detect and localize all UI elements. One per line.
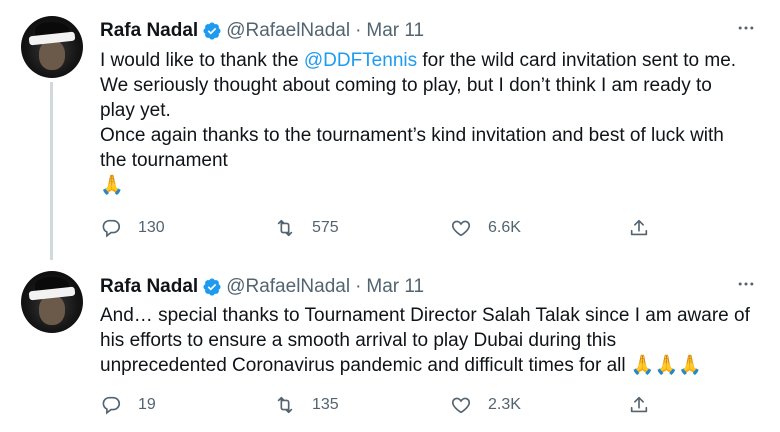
tweet-date[interactable]: Mar 11	[366, 276, 424, 298]
author-handle[interactable]: @RafaelNadal	[226, 20, 350, 42]
tweet-actions: 130 575 6.6K	[100, 216, 660, 240]
thread-connector-line	[50, 82, 53, 260]
retweet-icon	[277, 219, 293, 237]
retweet-count: 575	[312, 219, 339, 236]
share-icon	[630, 396, 648, 413]
author-name[interactable]: Rafa Nadal	[100, 276, 198, 298]
pray-emoji: 🙏	[100, 175, 124, 196]
more-horizontal-icon[interactable]	[734, 274, 758, 294]
reply-button[interactable]: 19	[100, 393, 156, 417]
avatar[interactable]	[21, 16, 83, 78]
separator-dot: ·	[355, 20, 362, 41]
reply-count: 130	[138, 219, 165, 236]
share-button[interactable]	[628, 393, 650, 417]
author-handle[interactable]: @RafaelNadal	[226, 276, 350, 298]
mention-link[interactable]: @DDFTennis	[304, 50, 417, 71]
like-count: 6.6K	[488, 219, 521, 236]
retweet-button[interactable]: 575	[274, 216, 339, 240]
heart-icon	[451, 220, 471, 237]
tweet[interactable]: Rafa Nadal @RafaelNadal · Mar 11 And… sp…	[0, 254, 780, 432]
retweet-count: 135	[312, 396, 339, 413]
verified-badge-icon	[203, 22, 221, 40]
like-count: 2.3K	[488, 396, 521, 413]
tweet-actions: 19 135 2.3K	[100, 393, 660, 417]
reply-icon	[102, 219, 121, 238]
tweet-text: And… special thanks to Tournament Direct…	[100, 305, 750, 376]
share-button[interactable]	[628, 216, 650, 240]
avatar[interactable]	[21, 271, 83, 333]
retweet-button[interactable]: 135	[274, 393, 339, 417]
reply-icon	[102, 396, 121, 415]
tweet-header: Rafa Nadal @RafaelNadal · Mar 11	[100, 274, 424, 300]
separator-dot: ·	[355, 276, 362, 297]
share-icon	[630, 219, 648, 236]
author-name[interactable]: Rafa Nadal	[100, 20, 198, 42]
tweet-header: Rafa Nadal @RafaelNadal · Mar 11	[100, 18, 424, 44]
tweet-date[interactable]: Mar 11	[366, 20, 424, 42]
reply-count: 19	[138, 396, 156, 413]
verified-badge-icon	[203, 278, 221, 296]
pray-emoji: 🙏🙏🙏	[630, 355, 702, 376]
more-horizontal-icon[interactable]	[734, 18, 758, 38]
tweet[interactable]: Rafa Nadal @RafaelNadal · Mar 11 I would…	[0, 0, 780, 260]
heart-icon	[451, 397, 471, 414]
like-button[interactable]: 2.3K	[450, 393, 521, 417]
like-button[interactable]: 6.6K	[450, 216, 521, 240]
retweet-icon	[277, 396, 293, 414]
tweet-text: I would like to thank the @DDFTennis for…	[100, 48, 760, 198]
reply-button[interactable]: 130	[100, 216, 165, 240]
